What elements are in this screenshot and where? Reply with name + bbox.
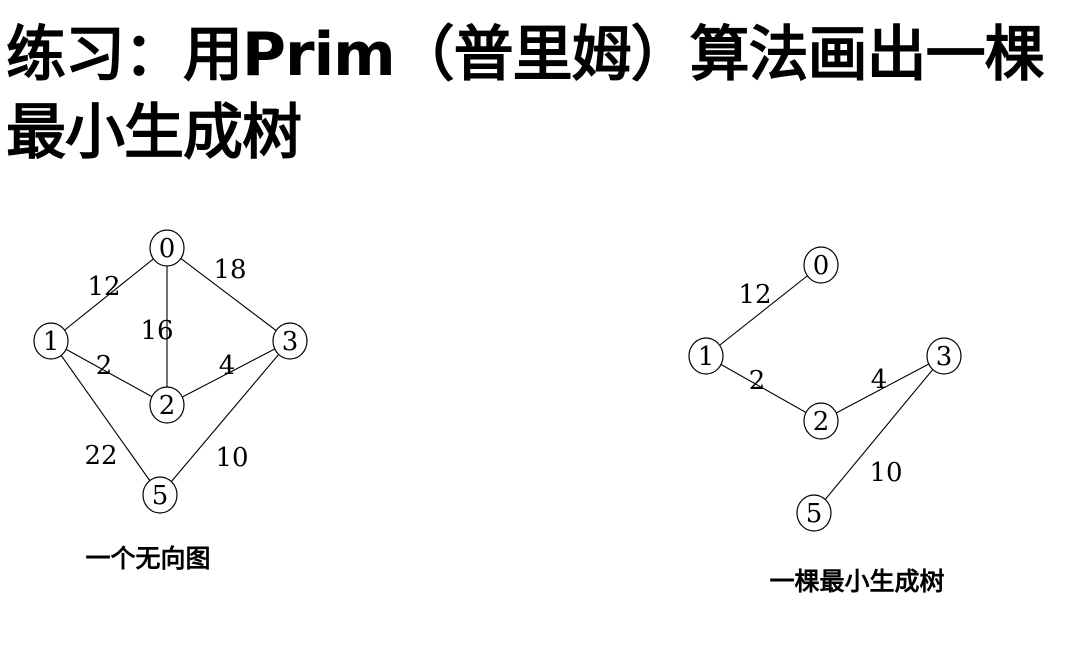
graph-node-label: 2 — [159, 391, 176, 421]
graph-weight-0-1: 12 — [87, 272, 120, 302]
tree-node-2: 2 — [803, 402, 839, 440]
tree-weight-1-2: 2 — [749, 366, 766, 396]
graph-node-label: 3 — [282, 327, 299, 357]
graph-weight-2-3: 4 — [219, 351, 236, 381]
tree-node-0: 0 — [803, 246, 839, 284]
graph-caption: 一个无向图 — [85, 544, 210, 573]
graph-node-0: 0 — [149, 229, 185, 267]
graph-node-label: 0 — [159, 234, 176, 264]
tree-node-label: 2 — [813, 407, 830, 437]
tree-caption: 一棵最小生成树 — [769, 567, 944, 596]
undirected-graph: 1218162 422 1001235 — [33, 229, 308, 514]
graph-weight-0-3: 18 — [213, 255, 246, 285]
graph-node-1: 1 — [33, 322, 69, 360]
diagram-canvas: 1218162 422 1001235 122 41001235 一个无向图 一棵最小… — [33, 229, 962, 596]
tree-node-label: 0 — [813, 251, 830, 281]
graph-node-2: 2 — [149, 386, 185, 424]
tree-node-label: 1 — [698, 342, 715, 372]
graph-node-label: 1 — [43, 327, 60, 357]
tree-node-1: 1 — [688, 337, 724, 375]
tree-node-label: 3 — [936, 342, 953, 372]
graph-weight-0-2: 16 — [140, 316, 173, 346]
graph-node-label: 5 — [152, 481, 169, 511]
tree-node-3: 3 — [926, 337, 962, 375]
tree-weight-3-5: 10 — [869, 458, 902, 488]
minimum-spanning-tree: 122 41001235 — [688, 246, 962, 532]
graph-weight-1-5: 22 — [84, 441, 117, 471]
tree-node-label: 5 — [806, 499, 823, 529]
graph-node-3: 3 — [272, 322, 308, 360]
tree-weight-0-1: 12 — [738, 280, 771, 310]
tree-edge-0-1 — [705, 264, 822, 357]
graph-weight-1-2: 2 — [96, 351, 113, 381]
graph-weight-3-5: 10 — [215, 443, 248, 473]
tree-weight-2-3: 4 — [871, 365, 888, 395]
graph-node-5: 5 — [142, 476, 178, 514]
tree-node-5: 5 — [796, 494, 832, 532]
